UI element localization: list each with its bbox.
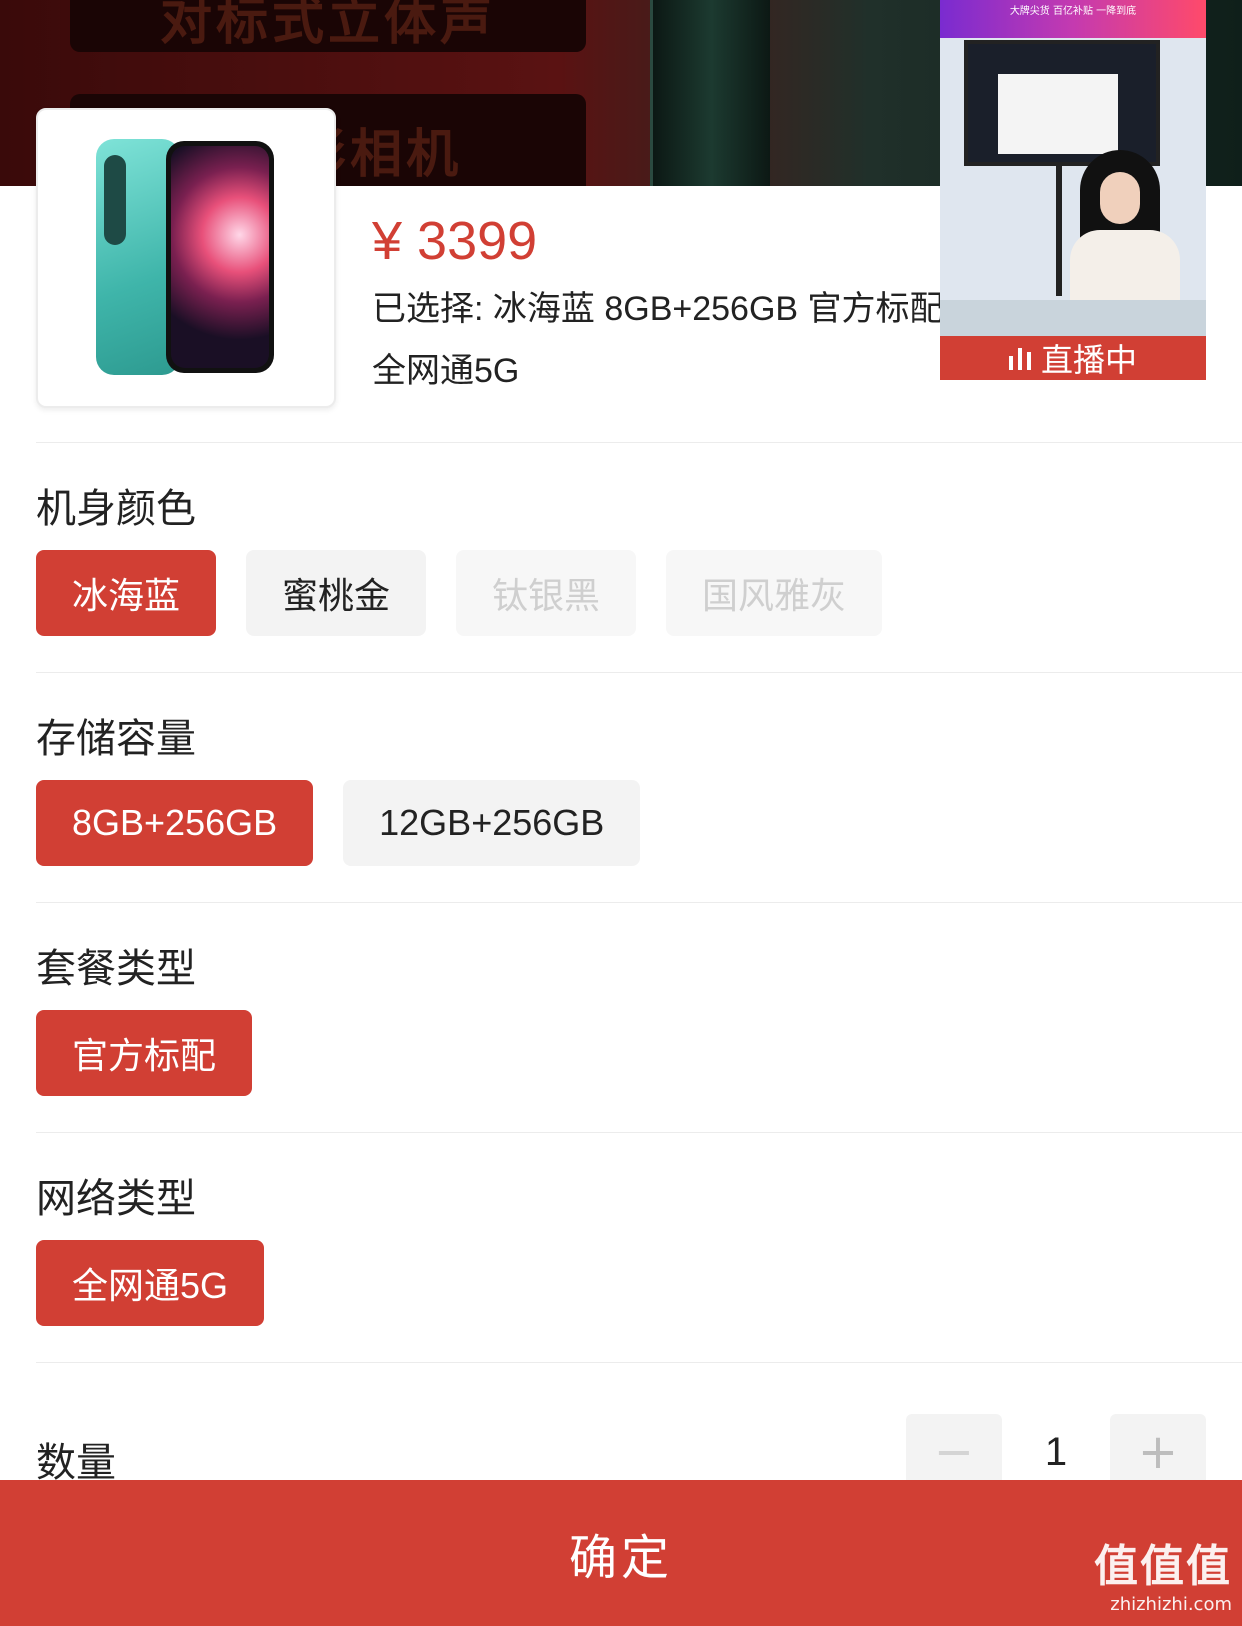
divider <box>36 1362 1242 1363</box>
background-phone-image <box>650 0 770 186</box>
live-stream-window[interactable]: 大牌尖货 百亿补贴 一降到底 直播中 <box>940 0 1206 380</box>
option-official-standard[interactable]: 官方标配 <box>36 1010 253 1096</box>
live-tv-screen <box>964 40 1160 166</box>
background-banner-top: 对标式立体声 <box>70 0 586 52</box>
product-thumbnail[interactable] <box>36 108 336 408</box>
storage-group-title: 存储容量 <box>36 717 196 761</box>
watermark-logo: 值值值 <box>1094 1541 1232 1592</box>
live-promo-text: 大牌尖货 百亿补贴 一降到底 <box>1009 6 1137 17</box>
option-titanium-black: 钛银黑 <box>456 550 637 636</box>
product-phone-image <box>96 139 276 377</box>
network-group-title: 网络类型 <box>36 1177 196 1221</box>
host-face <box>1100 172 1140 224</box>
camera-module <box>104 155 126 245</box>
package-options: 官方标配 <box>36 1010 253 1096</box>
live-tv-stand <box>1056 166 1062 296</box>
option-12gb-256gb[interactable]: 12GB+256GB <box>343 780 641 866</box>
divider <box>36 902 1242 903</box>
watermark: 值值值 zhizhizhi.com <box>1094 1540 1232 1616</box>
live-badge[interactable]: 直播中 <box>940 336 1206 380</box>
confirm-button[interactable]: 确定 <box>0 1480 1242 1626</box>
selected-spec-text: 已选择: 冰海蓝 8GB+256GB 官方标配 全网通5G <box>372 290 944 390</box>
live-promo-banner: 大牌尖货 百亿补贴 一降到底 <box>940 0 1206 38</box>
watermark-url: zhizhizhi.com <box>1110 1594 1232 1615</box>
divider <box>36 442 1242 443</box>
network-options: 全网通5G <box>36 1240 265 1326</box>
live-badge-label: 直播中 <box>1040 342 1137 378</box>
increase-button[interactable]: + <box>1110 1414 1206 1490</box>
option-peach-gold[interactable]: 蜜桃金 <box>246 550 427 636</box>
phone-screen <box>171 146 269 368</box>
sku-selection-sheet: ¥ 3399 已选择: 冰海蓝 8GB+256GB 官方标配 全网通5G 大牌尖… <box>0 0 1242 1626</box>
option-8gb-256gb[interactable]: 8GB+256GB <box>36 780 314 866</box>
quantity-stepper: − 1 + <box>906 1414 1206 1490</box>
color-group-title: 机身颜色 <box>36 487 196 531</box>
divider <box>36 672 1242 673</box>
live-desk <box>940 300 1206 340</box>
divider <box>36 1132 1242 1133</box>
storage-options: 8GB+256GB 12GB+256GB <box>36 780 641 866</box>
live-bars-icon <box>1008 346 1031 370</box>
quantity-value[interactable]: 1 <box>1002 1430 1110 1475</box>
color-options: 冰海蓝 蜜桃金 钛银黑 国风雅灰 <box>36 550 883 636</box>
decrease-button[interactable]: − <box>906 1414 1002 1490</box>
product-price: ¥ 3399 <box>372 211 538 271</box>
package-group-title: 套餐类型 <box>36 947 196 991</box>
option-full-network-5g[interactable]: 全网通5G <box>36 1240 265 1326</box>
phone-front-image <box>166 141 274 373</box>
live-tv-content <box>998 74 1118 154</box>
option-ice-blue[interactable]: 冰海蓝 <box>36 550 217 636</box>
option-elegant-gray: 国风雅灰 <box>666 550 883 636</box>
